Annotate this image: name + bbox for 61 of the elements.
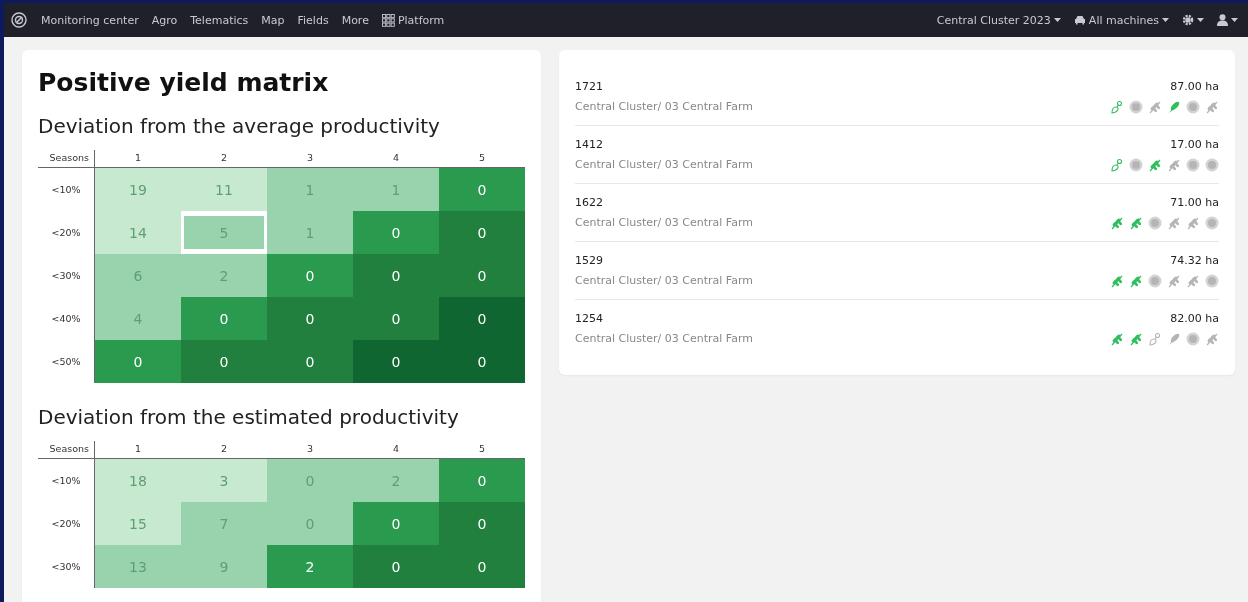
matrix-cell[interactable]: 0	[439, 297, 525, 340]
matrix-cell[interactable]: 2	[267, 545, 353, 588]
matrix-cell[interactable]: 0	[267, 340, 353, 383]
field-name[interactable]: 1412	[575, 138, 753, 151]
nav-link[interactable]: Telematics	[190, 13, 249, 27]
matrix-cell[interactable]: 0	[353, 297, 439, 340]
matrix-cell[interactable]: 0	[439, 502, 525, 545]
matrix-cell[interactable]: 0	[181, 340, 267, 383]
field-name[interactable]: 1721	[575, 80, 753, 93]
caret-icon	[1197, 18, 1204, 22]
section-subtitle: Deviation from the average productivity	[38, 114, 441, 138]
field-location: Central Cluster/ 03 Central Farm	[575, 158, 753, 171]
matrix-cell[interactable]: 0	[439, 168, 525, 211]
field-location: Central Cluster/ 03 Central Farm	[575, 332, 753, 345]
field-location: Central Cluster/ 03 Central Farm	[575, 100, 753, 113]
season-dropdown[interactable]: Central Cluster 2023	[936, 13, 1061, 27]
matrix-cell[interactable]: 0	[439, 211, 525, 254]
nav-link[interactable]: Fields	[297, 13, 329, 27]
nav-link[interactable]: Map	[261, 13, 285, 27]
axis-label: Seasons	[38, 150, 95, 168]
matrix-cell[interactable]: 0	[439, 254, 525, 297]
nav-link[interactable]: Agro	[151, 13, 178, 27]
settings-icon	[1182, 14, 1194, 26]
field-area: 87.00 ha	[1170, 80, 1219, 93]
user-menu[interactable]	[1217, 14, 1238, 26]
matrix-cell[interactable]: 0	[439, 545, 525, 588]
nav-link[interactable]: Monitoring center	[41, 13, 139, 27]
caret-icon	[1053, 18, 1061, 22]
car-icon	[1073, 15, 1086, 25]
field-name[interactable]: 1254	[575, 312, 753, 325]
field-location: Central Cluster/ 03 Central Farm	[575, 216, 753, 229]
settings-menu[interactable]	[1182, 14, 1204, 26]
matrix-cell[interactable]: 0	[439, 459, 525, 502]
matrix-cell[interactable]: 0	[353, 502, 439, 545]
field-area: 82.00 ha	[1170, 312, 1219, 325]
field-name[interactable]: 1529	[575, 254, 753, 267]
matrix-cell[interactable]: 0	[353, 340, 439, 383]
matrix-cell[interactable]: 0	[95, 340, 181, 383]
matrix-cell[interactable]: 0	[267, 297, 353, 340]
field-name[interactable]: 1622	[575, 196, 753, 209]
matrix-cell[interactable]: 0	[267, 254, 353, 297]
user-icon	[1217, 14, 1228, 26]
section-subtitle: Deviation from the estimated productivity	[38, 405, 460, 429]
matrix-cell[interactable]: 0	[181, 297, 267, 340]
matrix-cell[interactable]: 0	[439, 340, 525, 383]
field-location: Central Cluster/ 03 Central Farm	[575, 274, 753, 287]
nav-link[interactable]: Platform	[381, 13, 445, 27]
matrix-cell[interactable]: 0	[353, 254, 439, 297]
matrix-cell[interactable]: 0	[353, 211, 439, 254]
axis-label: Seasons	[38, 441, 95, 459]
field-area: 74.32 ha	[1170, 254, 1219, 267]
matrix-cell[interactable]: 0	[353, 545, 439, 588]
field-area: 71.00 ha	[1170, 196, 1219, 209]
field-area: 17.00 ha	[1170, 138, 1219, 151]
nav-link[interactable]: More	[341, 13, 369, 27]
machines-dropdown[interactable]: All machines	[1073, 13, 1169, 27]
caret-icon	[1231, 18, 1238, 22]
page-title: Positive yield matrix	[38, 68, 330, 97]
grid-icon	[381, 13, 395, 27]
caret-icon	[1162, 18, 1169, 22]
logo-icon[interactable]	[10, 11, 28, 29]
